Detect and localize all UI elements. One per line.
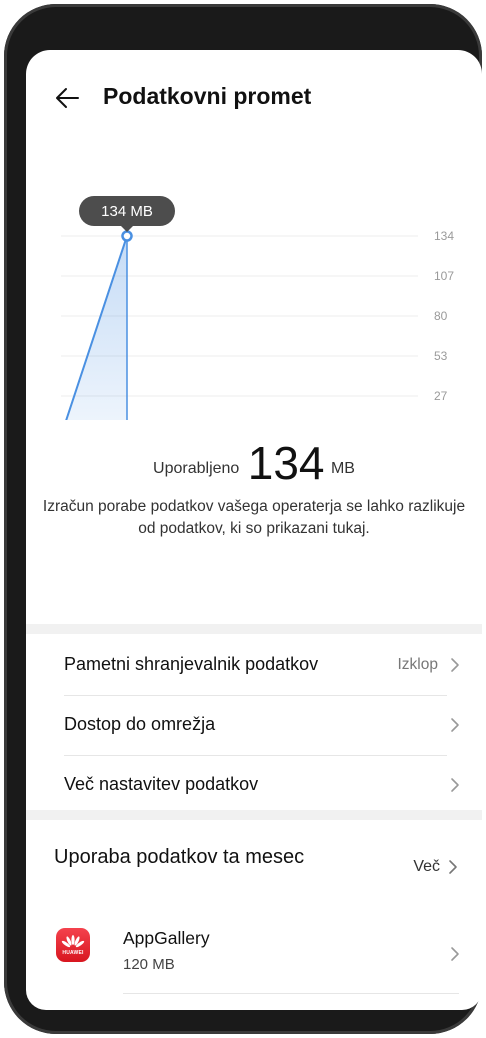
- usage-summary: Uporabljeno 134 MB: [26, 430, 482, 489]
- app-size: 120 MB: [123, 956, 175, 973]
- usage-label: Uporabljeno: [153, 460, 240, 477]
- settings-row-value: Izklop: [397, 656, 439, 673]
- back-arrow-icon[interactable]: [54, 86, 80, 110]
- usage-value: 134: [247, 437, 325, 489]
- app-name: AppGallery: [123, 928, 210, 948]
- app-icon-brand: HUAWEI: [62, 950, 84, 956]
- data-point: [121, 230, 133, 242]
- tooltip-pointer: [121, 226, 133, 232]
- app-usage-row[interactable]: HUAWEI AppGallery 120 MB: [26, 916, 482, 992]
- y-tick-label: 80: [434, 309, 448, 323]
- chevron-right-icon: [451, 947, 459, 961]
- monthly-usage-title: Uporaba podatkov ta mesec: [54, 846, 305, 868]
- chevron-right-icon: [449, 860, 457, 874]
- section-divider: [26, 624, 482, 634]
- settings-row-label: Dostop do omrežja: [64, 714, 216, 734]
- smart-data-saver-row[interactable]: Pametni shranjevalnik podatkov Izklop: [26, 635, 482, 695]
- settings-row-label: Pametni shranjevalnik podatkov: [64, 654, 319, 674]
- phone-frame: Podatkovni promet 0,02753801071341234561…: [4, 4, 482, 1034]
- y-tick-label: 107: [434, 269, 454, 283]
- network-access-row[interactable]: Dostop do omrežja: [26, 695, 482, 755]
- page-title: Podatkovni promet: [103, 83, 312, 109]
- appgallery-icon: HUAWEI: [56, 928, 90, 962]
- more-link-label: Več: [413, 858, 440, 875]
- y-tick-label: 53: [434, 349, 448, 363]
- more-data-settings-row[interactable]: Več nastavitev podatkov: [26, 755, 482, 815]
- y-tick-label: 134: [434, 229, 454, 243]
- data-usage-chart: 0,0275380107134123456134 MB: [61, 196, 454, 420]
- chevron-right-icon: [451, 778, 459, 792]
- settings-row-label: Več nastavitev podatkov: [64, 774, 259, 794]
- chevron-right-icon: [451, 718, 459, 732]
- y-tick-label: 27: [434, 389, 448, 403]
- disclaimer-text: Izračun porabe podatkov vašega operaterj…: [42, 498, 466, 537]
- usage-unit: MB: [330, 460, 355, 477]
- screen: Podatkovni promet 0,02753801071341234561…: [26, 50, 482, 1010]
- row-divider: [123, 993, 459, 994]
- section-divider: [26, 810, 482, 820]
- chevron-right-icon: [451, 658, 459, 672]
- huawei-logo-icon: [61, 935, 85, 948]
- more-link[interactable]: Več: [413, 858, 458, 876]
- tooltip-label: 134 MB: [101, 203, 153, 220]
- header: Podatkovni promet: [26, 50, 482, 150]
